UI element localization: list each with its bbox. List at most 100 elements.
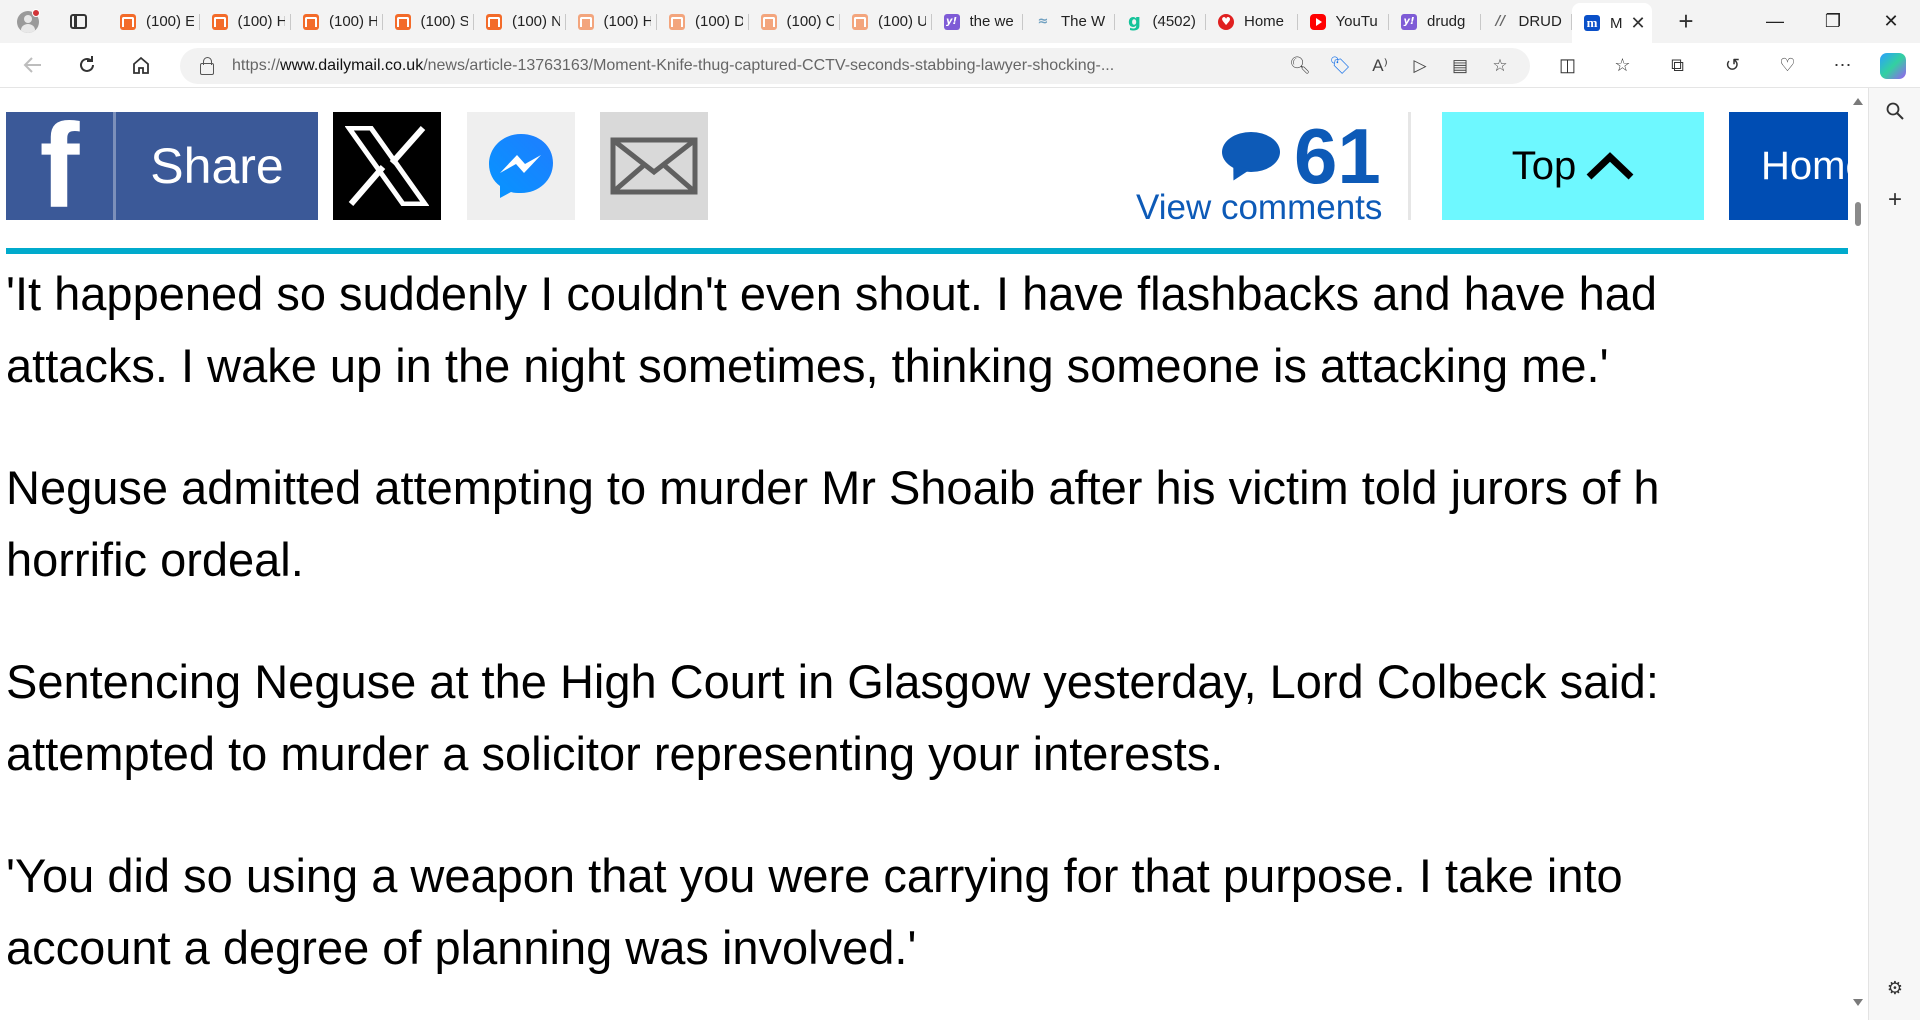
- minimize-button[interactable]: —: [1746, 0, 1804, 43]
- close-tab-icon[interactable]: ✕: [1631, 13, 1646, 34]
- facebook-share-button[interactable]: f Share: [6, 106, 318, 226]
- comments-link[interactable]: 61 View comments: [1132, 116, 1382, 227]
- refresh-icon: [80, 56, 94, 72]
- coupon-tag-icon[interactable]: 🏷︎: [1320, 56, 1360, 76]
- tab-label: DRUD: [1518, 13, 1562, 30]
- home-icon: [133, 56, 149, 74]
- podcast-icon: [669, 13, 685, 30]
- browser-tab[interactable]: y! drudg: [1389, 5, 1481, 39]
- browser-tab[interactable]: ♥ Home: [1206, 5, 1298, 39]
- tab-label: (100) H: [329, 13, 377, 30]
- tab-actions-icon[interactable]: [58, 5, 98, 39]
- url-field-icons: 🔍︎ 🏷︎ A⁾ ▷ ▤ ☆: [1280, 48, 1520, 84]
- close-window-button[interactable]: ✕: [1862, 0, 1920, 43]
- immersive-reader-icon[interactable]: ▤: [1440, 56, 1480, 76]
- comment-bubble-icon: [1222, 132, 1280, 172]
- url-text[interactable]: https://www.dailymail.co.uk/news/article…: [232, 57, 1232, 75]
- home-icon: ♥: [1218, 13, 1234, 30]
- favorite-star-icon[interactable]: ☆: [1480, 56, 1520, 76]
- favorites-icon[interactable]: ☆: [1595, 55, 1650, 76]
- browser-tab[interactable]: (100) C: [749, 5, 841, 39]
- article-body: 'It happened so suddenly I couldn't even…: [6, 258, 1848, 1020]
- email-share-button[interactable]: [600, 112, 708, 220]
- profile-avatar-icon[interactable]: [10, 4, 46, 40]
- url-field[interactable]: https://www.dailymail.co.uk/news/article…: [180, 48, 1530, 84]
- yahoo-icon: y!: [943, 13, 960, 30]
- browser-tab[interactable]: g (4502): [1115, 5, 1207, 39]
- browser-tab-active[interactable]: m M ✕: [1572, 3, 1652, 43]
- restore-button[interactable]: ❐: [1804, 0, 1862, 43]
- envelope-icon: [610, 137, 698, 195]
- messenger-icon: [489, 134, 553, 198]
- lock-icon: [200, 56, 214, 75]
- refresh-button[interactable]: [66, 47, 108, 83]
- browser-tab[interactable]: y! the we: [932, 5, 1024, 39]
- tab-label: (4502): [1152, 13, 1196, 30]
- browser-tab[interactable]: (100) H: [291, 5, 383, 39]
- settings-gear-icon[interactable]: ⚙: [1883, 978, 1907, 999]
- article-paragraph: Sentencing Neguse at the High Court in G…: [6, 655, 1659, 780]
- tab-label: (100) D: [695, 13, 743, 30]
- browser-tab[interactable]: (100) D: [657, 5, 749, 39]
- page-viewport: f Share 61 View comments Top Hom 'It hap…: [0, 88, 1848, 1020]
- browser-tab[interactable]: (100) E: [108, 5, 200, 39]
- tab-label: Home: [1244, 13, 1285, 30]
- back-button[interactable]: [12, 47, 54, 83]
- podcast-icon: [120, 13, 136, 30]
- tab-label: (100) S: [420, 13, 469, 30]
- g-icon: g: [1128, 11, 1141, 32]
- zoom-icon[interactable]: 🔍︎: [1280, 56, 1320, 76]
- tab-label: (100) U: [878, 13, 926, 30]
- tab-label: (100) N: [512, 13, 560, 30]
- media-play-icon[interactable]: ▷: [1400, 56, 1440, 76]
- x-share-button[interactable]: [333, 112, 441, 220]
- split-screen-icon[interactable]: ◫: [1540, 55, 1595, 76]
- podcast-icon: [577, 13, 594, 30]
- scroll-down-arrow-icon[interactable]: [1853, 999, 1863, 1006]
- history-icon[interactable]: ↺: [1705, 55, 1760, 76]
- podcast-icon: [760, 13, 777, 30]
- article-paragraph: 'You did so using a weapon that you were…: [6, 849, 1623, 974]
- search-icon[interactable]: [1883, 102, 1907, 125]
- home-button[interactable]: Home: [1729, 112, 1848, 220]
- home-label: Home: [1761, 143, 1848, 188]
- home-nav-button[interactable]: [120, 47, 162, 83]
- vertical-scrollbar[interactable]: [1848, 88, 1868, 1020]
- browser-tab[interactable]: // DRUD: [1481, 5, 1573, 39]
- facebook-icon: f: [6, 106, 116, 226]
- more-menu-icon[interactable]: ⋯: [1815, 55, 1870, 76]
- tab-label: The W: [1061, 13, 1106, 30]
- tab-label: (100) H: [237, 13, 286, 30]
- browser-tab[interactable]: YouTu: [1298, 5, 1390, 39]
- address-toolbar: https://www.dailymail.co.uk/news/article…: [0, 43, 1920, 88]
- youtube-icon: [1309, 13, 1326, 30]
- read-aloud-icon[interactable]: A⁾: [1360, 56, 1400, 76]
- scroll-thumb[interactable]: [1855, 202, 1861, 226]
- scroll-up-arrow-icon[interactable]: [1853, 98, 1863, 105]
- browser-tab[interactable]: (100) N: [474, 5, 566, 39]
- copilot-icon[interactable]: [1880, 53, 1906, 79]
- url-domain: www.dailymail.co.uk: [280, 57, 424, 74]
- podcast-icon: [303, 13, 319, 30]
- browser-tab[interactable]: (100) H: [566, 5, 658, 39]
- podcast-icon: [486, 13, 502, 30]
- view-comments-link[interactable]: View comments: [1136, 188, 1382, 228]
- url-path: /news/article-13763163/Moment-Knife-thug…: [423, 57, 1115, 74]
- collections-icon[interactable]: ⧉: [1650, 55, 1705, 76]
- browser-tab[interactable]: ≈ The W: [1023, 5, 1115, 39]
- browser-tab[interactable]: (100) S: [383, 5, 475, 39]
- messenger-share-button[interactable]: [467, 112, 575, 220]
- browser-tab[interactable]: (100) U: [840, 5, 932, 39]
- yahoo-icon: y!: [1401, 13, 1417, 30]
- tab-label: M: [1610, 14, 1623, 32]
- tab-bar: (100) E (100) H (100) H (100) S (100) N (100)…: [0, 0, 1920, 43]
- browser-tab[interactable]: (100) H: [200, 5, 292, 39]
- tab-label: (100) H: [603, 13, 652, 30]
- back-arrow-icon: [23, 57, 41, 73]
- toolbar-right: ◫ ☆ ⧉ ↺ ♡ ⋯: [1540, 43, 1870, 88]
- podcast-icon: [852, 13, 868, 30]
- new-tab-button[interactable]: +: [1668, 6, 1704, 37]
- performance-icon[interactable]: ♡: [1760, 55, 1815, 76]
- sidebar-add-button[interactable]: +: [1883, 186, 1907, 214]
- back-to-top-button[interactable]: Top: [1442, 112, 1704, 220]
